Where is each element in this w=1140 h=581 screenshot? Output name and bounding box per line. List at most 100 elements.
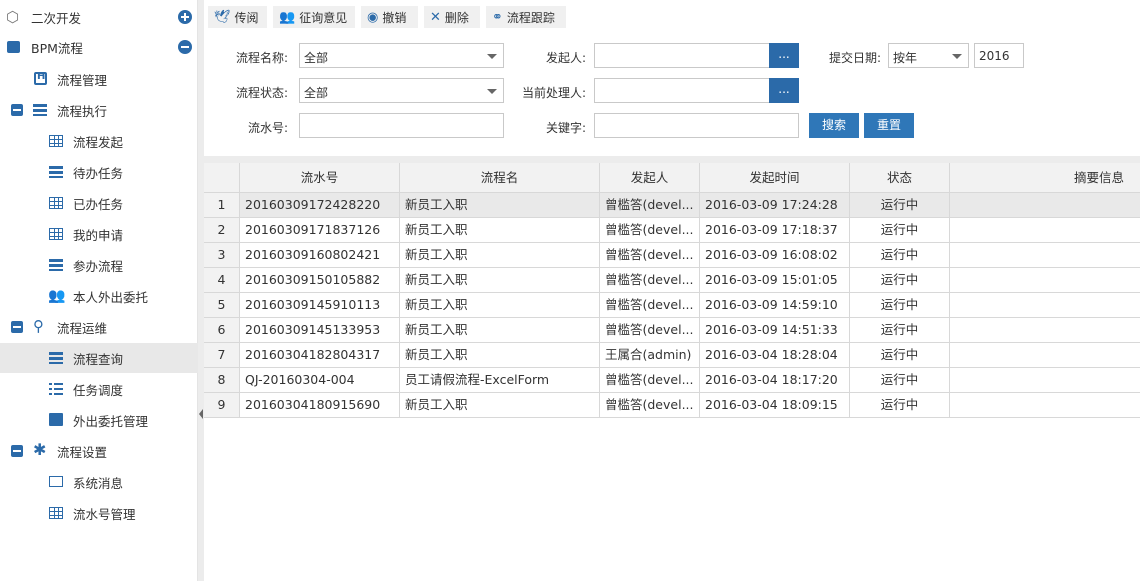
column-header[interactable]: 发起人 [600,163,700,192]
circulate-label: 传阅 [234,10,259,25]
summary-cell [950,243,1140,267]
sidebar-item-label: 系统消息 [73,475,124,491]
handler-picker-button[interactable]: ... [769,78,799,103]
status-cell: 运行中 [850,318,950,342]
sidebar-item-label: 二次开发 [31,10,82,26]
summary-cell [950,393,1140,417]
table-row[interactable]: 7 20160304182804317 新员工入职 王属合(admin) 2016-03… [204,343,1140,368]
start-time-cell: 2016-03-04 18:28:04 [700,343,850,367]
table-icon [49,507,63,519]
envelope-icon [49,476,63,487]
search-button[interactable]: 搜索 [809,113,859,138]
process-name-cell: 新员工入职 [400,243,600,267]
sidebar-item-serial-management[interactable]: 流水号管理 [0,498,198,528]
initiator-label: 发起人: [545,51,586,65]
sidebar-item-secondary-dev[interactable]: ⬡ 二次开发 [0,2,198,32]
column-header[interactable]: 发起时间 [700,163,850,192]
sidebar-item-my-delegation[interactable]: 👥 本人外出委托 [0,281,198,311]
collapse-icon[interactable] [11,104,23,116]
sidebar-item-done-tasks[interactable]: 已办任务 [0,188,198,218]
sidebar-item-process-management[interactable]: 流程管理 [0,64,198,94]
asterisk-icon: ✱ [33,440,47,459]
serial-cell: 20160304180915690 [240,393,400,417]
summary-cell [950,293,1140,317]
sidebar-item-process-ops[interactable]: ⚲ 流程运维 [0,312,198,342]
collapse-icon[interactable] [178,40,192,54]
process-status-select[interactable]: 全部 [299,78,504,103]
revoke-button[interactable]: ◉ 撤销 [361,6,418,28]
sidebar-item-start-process[interactable]: 流程发起 [0,126,198,156]
circulate-button[interactable]: 🕊 传阅 [208,6,267,28]
collapse-arrow-icon[interactable] [199,409,203,419]
collapse-icon[interactable] [11,445,23,457]
serial-no-input[interactable] [299,113,504,138]
start-time-cell: 2016-03-09 14:51:33 [700,318,850,342]
sidebar-item-process-settings[interactable]: ✱ 流程设置 [0,436,198,466]
process-name-cell: 新员工入职 [400,293,600,317]
table-row[interactable]: 3 20160309160802421 新员工入职 曾槛答(devel... 2016-… [204,243,1140,268]
status-cell: 运行中 [850,218,950,242]
table-row[interactable]: 8 QJ-20160304-004 员工请假流程-ExcelForm 曾槛答(deve… [204,368,1140,393]
row-number: 3 [204,243,240,267]
column-header[interactable]: 状态 [850,163,950,192]
serial-cell: 20160304182804317 [240,343,400,367]
sidebar-item-todo-tasks[interactable]: 待办任务 [0,157,198,187]
serial-cell: 20160309145910113 [240,293,400,317]
process-name-value: 全部 [304,51,329,65]
initiator-cell: 王属合(admin) [600,343,700,367]
sidebar-item-label: 外出委托管理 [73,413,149,429]
sidebar-item-process-query[interactable]: 流程查询 [0,343,198,373]
row-number-header [204,163,240,192]
process-name-cell: 新员工入职 [400,218,600,242]
start-time-cell: 2016-03-04 18:09:15 [700,393,850,417]
consult-button[interactable]: 👥 征询意见 [273,6,355,28]
search-form: 流程名称: 全部 发起人: ... 提交日期: 按年 2016 流程状态: 全部… [204,34,1140,156]
process-name-cell: 新员工入职 [400,393,600,417]
start-time-cell: 2016-03-09 17:18:37 [700,218,850,242]
expand-icon[interactable] [178,10,192,24]
column-header[interactable]: 摘要信息 [950,163,1140,192]
sidebar-item-participated[interactable]: 参办流程 [0,250,198,280]
delete-button[interactable]: ✕ 删除 [424,6,480,28]
tasks-icon [49,352,63,364]
column-header[interactable]: 流程名 [400,163,600,192]
initiator-cell: 曾槛答(devel... [600,243,700,267]
sidebar-item-my-requests[interactable]: 我的申请 [0,219,198,249]
sidebar-item-process-execution[interactable]: 流程执行 [0,95,198,125]
table-row[interactable]: 4 20160309150105882 新员工入职 曾槛答(devel... 2016-… [204,268,1140,293]
row-number: 4 [204,268,240,292]
table-row[interactable]: 6 20160309145133953 新员工入职 曾槛答(devel... 2016-… [204,318,1140,343]
process-name-label: 流程名称: [235,51,288,65]
close-icon: ✕ [430,9,441,25]
initiator-picker-button[interactable]: ... [769,43,799,68]
sidebar-item-label: 流程设置 [57,444,108,460]
process-name-select[interactable]: 全部 [299,43,504,68]
status-cell: 运行中 [850,193,950,217]
status-cell: 运行中 [850,368,950,392]
summary-cell [950,343,1140,367]
table-row[interactable]: 2 20160309171837126 新员工入职 曾槛答(devel... 2016-… [204,218,1140,243]
trace-button[interactable]: ⚭ 流程跟踪 [486,6,566,28]
table-row[interactable]: 1 20160309172428220 新员工入职 曾槛答(devel... 2016-… [204,193,1140,218]
keyword-input[interactable] [594,113,799,138]
sidebar-item-system-messages[interactable]: 系统消息 [0,467,198,497]
collapse-icon[interactable] [11,321,23,333]
sidebar: ⬡ 二次开发 BPM流程 流程管理 流程执行 流程发起 待办任务 [0,0,198,581]
sidebar-item-label: 我的申请 [73,227,124,243]
sidebar-item-delegation-management[interactable]: 外出委托管理 [0,405,198,435]
column-header[interactable]: 流水号 [240,163,400,192]
status-cell: 运行中 [850,243,950,267]
initiator-input[interactable] [594,43,770,68]
status-cell: 运行中 [850,293,950,317]
submit-date-mode-select[interactable]: 按年 [888,43,969,68]
initiator-cell: 曾槛答(devel... [600,293,700,317]
sidebar-item-task-scheduling[interactable]: 任务调度 [0,374,198,404]
sidebar-item-bpm[interactable]: BPM流程 [0,32,198,62]
users-icon: 👥 [279,9,296,25]
summary-cell [950,193,1140,217]
table-row[interactable]: 9 20160304180915690 新员工入职 曾槛答(devel... 2016-… [204,393,1140,418]
current-handler-input[interactable] [594,78,770,103]
table-row[interactable]: 5 20160309145910113 新员工入职 曾槛答(devel... 2016-… [204,293,1140,318]
submit-date-year-input[interactable]: 2016 [974,43,1024,68]
reset-button[interactable]: 重置 [864,113,914,138]
